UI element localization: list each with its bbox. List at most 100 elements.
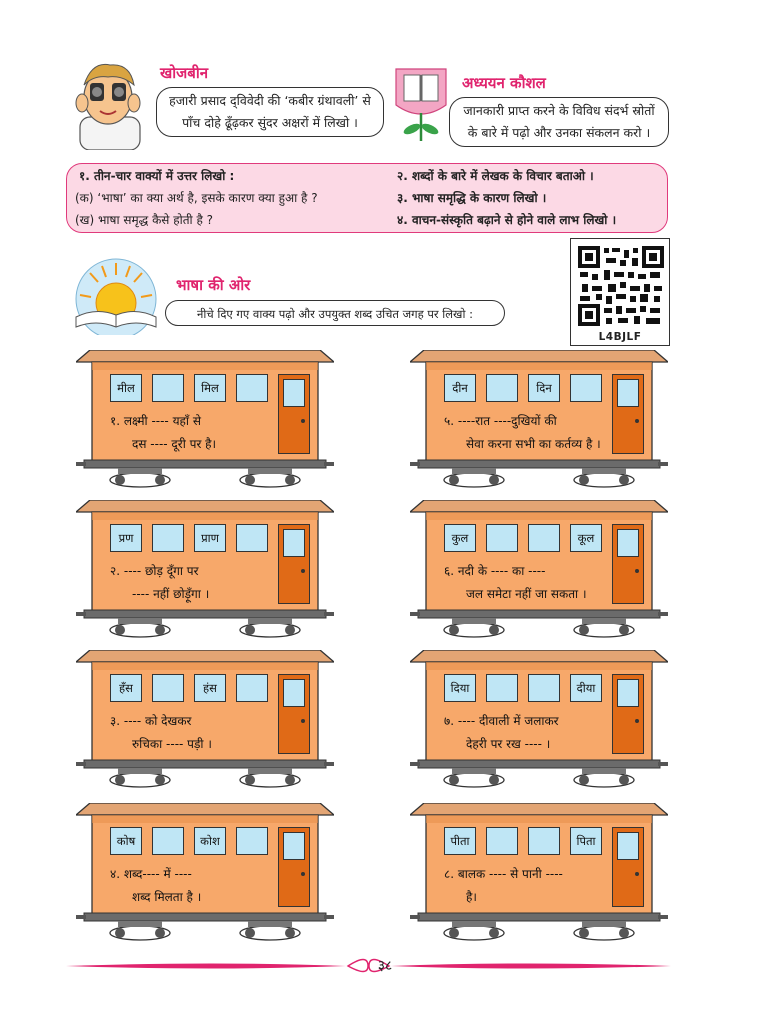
door-knob bbox=[301, 569, 305, 573]
coach-door bbox=[612, 674, 644, 754]
question-2: २. शब्दों के बारे में लेखक के विचार बताओ… bbox=[397, 169, 594, 183]
empty-window bbox=[236, 827, 268, 855]
empty-window bbox=[486, 827, 518, 855]
door-knob bbox=[635, 719, 639, 723]
coach-door bbox=[278, 524, 310, 604]
adhyayan-text-line2: के बारे में पढ़ो और उनका संकलन करो । bbox=[467, 125, 651, 140]
coach-door bbox=[612, 374, 644, 454]
door-window bbox=[617, 679, 639, 707]
coach-door bbox=[612, 827, 644, 907]
sentence-line-1: ५. ----रात ----दुखियों की bbox=[444, 414, 557, 428]
bhasha-instruction: नीचे दिए गए वाक्य पढ़ो और उपयुक्त शब्द उ… bbox=[165, 300, 505, 326]
khojbeen-text-line2: पाँच दोहे ढूँढ़कर सुंदर अक्षरों में लिखो… bbox=[182, 115, 358, 130]
word-window-1: दिया bbox=[444, 674, 476, 702]
binocular-boy-illustration bbox=[62, 55, 154, 151]
door-window bbox=[283, 679, 305, 707]
door-window bbox=[617, 832, 639, 860]
coach-door bbox=[278, 827, 310, 907]
word-window-1: प्रण bbox=[110, 524, 142, 552]
sentence-line-2: रुचिका ---- पड़ी । bbox=[132, 737, 212, 751]
coach-door bbox=[278, 374, 310, 454]
word-window-2: हंस bbox=[194, 674, 226, 702]
sentence-line-2: है। bbox=[466, 890, 477, 904]
word-window-2: कोश bbox=[194, 827, 226, 855]
qr-code-label: L4BJLF bbox=[598, 331, 642, 343]
train-coach-5: हँस हंस ३. ---- को देखकर रुचिका ---- पड़ी । bbox=[76, 650, 334, 790]
sentence-line-1: १. लक्ष्मी ---- यहाँ से bbox=[110, 414, 201, 428]
question-4: ४. वाचन-संस्कृति बढ़ाने से होने वाले लाभ… bbox=[397, 213, 617, 227]
rising-sun-book-icon bbox=[70, 255, 162, 340]
sentence-line-1: ८. बालक ---- से पानी ---- bbox=[444, 867, 563, 881]
coach-door bbox=[278, 674, 310, 754]
adhyayan-bubble: जानकारी प्राप्त करने के विविध संदर्भ स्र… bbox=[449, 97, 669, 147]
adhyayan-text-line1: जानकारी प्राप्त करने के विविध संदर्भ स्र… bbox=[463, 103, 655, 118]
word-window-2: कूल bbox=[570, 524, 602, 552]
bhasha-heading: भाषा की ओर bbox=[176, 276, 251, 294]
sentence-line-1: ३. ---- को देखकर bbox=[110, 714, 192, 728]
question-3: ३. भाषा समृद्धि के कारण लिखो । bbox=[397, 191, 547, 205]
khojbeen-text-line1: हजारी प्रसाद द्‌विवेदी की ‘कबीर ग्रंथावल… bbox=[169, 93, 371, 108]
train-coach-1: मील मिल १. लक्ष्मी ---- यहाँ से दस ---- दूर… bbox=[76, 350, 334, 490]
train-coach-3: प्रण प्राण २. ---- छोड़ दूँगा पर ---- नहीं … bbox=[76, 500, 334, 640]
sentence-line-1: २. ---- छोड़ दूँगा पर bbox=[110, 564, 199, 578]
sentence-line-2: सेवा करना सभी का कर्तव्य है । bbox=[466, 437, 601, 451]
empty-window bbox=[486, 674, 518, 702]
door-knob bbox=[301, 419, 305, 423]
empty-window bbox=[152, 524, 184, 552]
book-flower-icon bbox=[392, 65, 450, 145]
empty-window bbox=[528, 674, 560, 702]
empty-window bbox=[528, 827, 560, 855]
empty-window bbox=[236, 524, 268, 552]
qr-code-box[interactable]: L4BJLF bbox=[570, 238, 670, 346]
sentence-line-2: दस ---- दूरी पर है। bbox=[132, 437, 217, 451]
questions-panel: १. तीन-चार वाक्यों में उत्तर लिखो : (क) … bbox=[66, 163, 668, 233]
coach-door bbox=[612, 524, 644, 604]
word-window-1: पीता bbox=[444, 827, 476, 855]
sentence-line-1: ६. नदी के ---- का ---- bbox=[444, 564, 546, 578]
empty-window bbox=[152, 674, 184, 702]
empty-window bbox=[528, 524, 560, 552]
khojbeen-heading: खोजबीन bbox=[160, 64, 209, 82]
empty-window bbox=[570, 374, 602, 402]
word-window-2: पिता bbox=[570, 827, 602, 855]
sentence-line-2: जल समेटा नहीं जा सकता । bbox=[466, 587, 587, 601]
door-window bbox=[283, 529, 305, 557]
word-window-1: दीन bbox=[444, 374, 476, 402]
khojbeen-bubble: हजारी प्रसाद द्‌विवेदी की ‘कबीर ग्रंथावल… bbox=[156, 87, 384, 137]
word-window-2: प्राण bbox=[194, 524, 226, 552]
question-1-title: १. तीन-चार वाक्यों में उत्तर लिखो : bbox=[79, 169, 235, 183]
word-window-2: दीया bbox=[570, 674, 602, 702]
train-coach-2: दीन दिन ५. ----रात ----दुखियों की सेवा करना… bbox=[410, 350, 668, 490]
word-window-2: दिन bbox=[528, 374, 560, 402]
train-coach-8: पीता पिता ८. बालक ---- से पानी ---- है। bbox=[410, 803, 668, 943]
door-knob bbox=[635, 872, 639, 876]
sentence-line-1: ७. ---- दीवाली में जलाकर bbox=[444, 714, 559, 728]
door-window bbox=[617, 529, 639, 557]
sentence-line-2: शब्द मिलता है । bbox=[132, 890, 202, 904]
sentence-line-2: देहरी पर रख ---- । bbox=[466, 737, 551, 751]
empty-window bbox=[486, 524, 518, 552]
door-knob bbox=[635, 419, 639, 423]
word-window-1: कोष bbox=[110, 827, 142, 855]
door-window bbox=[617, 379, 639, 407]
word-window-1: हँस bbox=[110, 674, 142, 702]
word-window-2: मिल bbox=[194, 374, 226, 402]
empty-window bbox=[236, 374, 268, 402]
empty-window bbox=[152, 827, 184, 855]
door-knob bbox=[301, 872, 305, 876]
door-knob bbox=[301, 719, 305, 723]
train-coach-4: कुल कूल ६. नदी के ---- का ---- जल समेटा नही… bbox=[410, 500, 668, 640]
empty-window bbox=[486, 374, 518, 402]
adhyayan-heading: अध्ययन कौशल bbox=[462, 74, 546, 92]
empty-window bbox=[236, 674, 268, 702]
train-coach-7: कोष कोश ४. शब्द---- में ---- शब्द मिलता है … bbox=[76, 803, 334, 943]
door-window bbox=[283, 379, 305, 407]
door-window bbox=[283, 832, 305, 860]
sentence-line-1: ४. शब्द---- में ---- bbox=[110, 867, 192, 881]
question-1b: (ख) भाषा समृद्ध कैसे होती है ? bbox=[75, 213, 214, 227]
word-window-1: मील bbox=[110, 374, 142, 402]
question-1a: (क) ‘भाषा’ का क्या अर्थ है, इसके कारण क्… bbox=[75, 191, 318, 205]
empty-window bbox=[152, 374, 184, 402]
door-knob bbox=[635, 569, 639, 573]
page-number: ३८ bbox=[377, 958, 393, 974]
